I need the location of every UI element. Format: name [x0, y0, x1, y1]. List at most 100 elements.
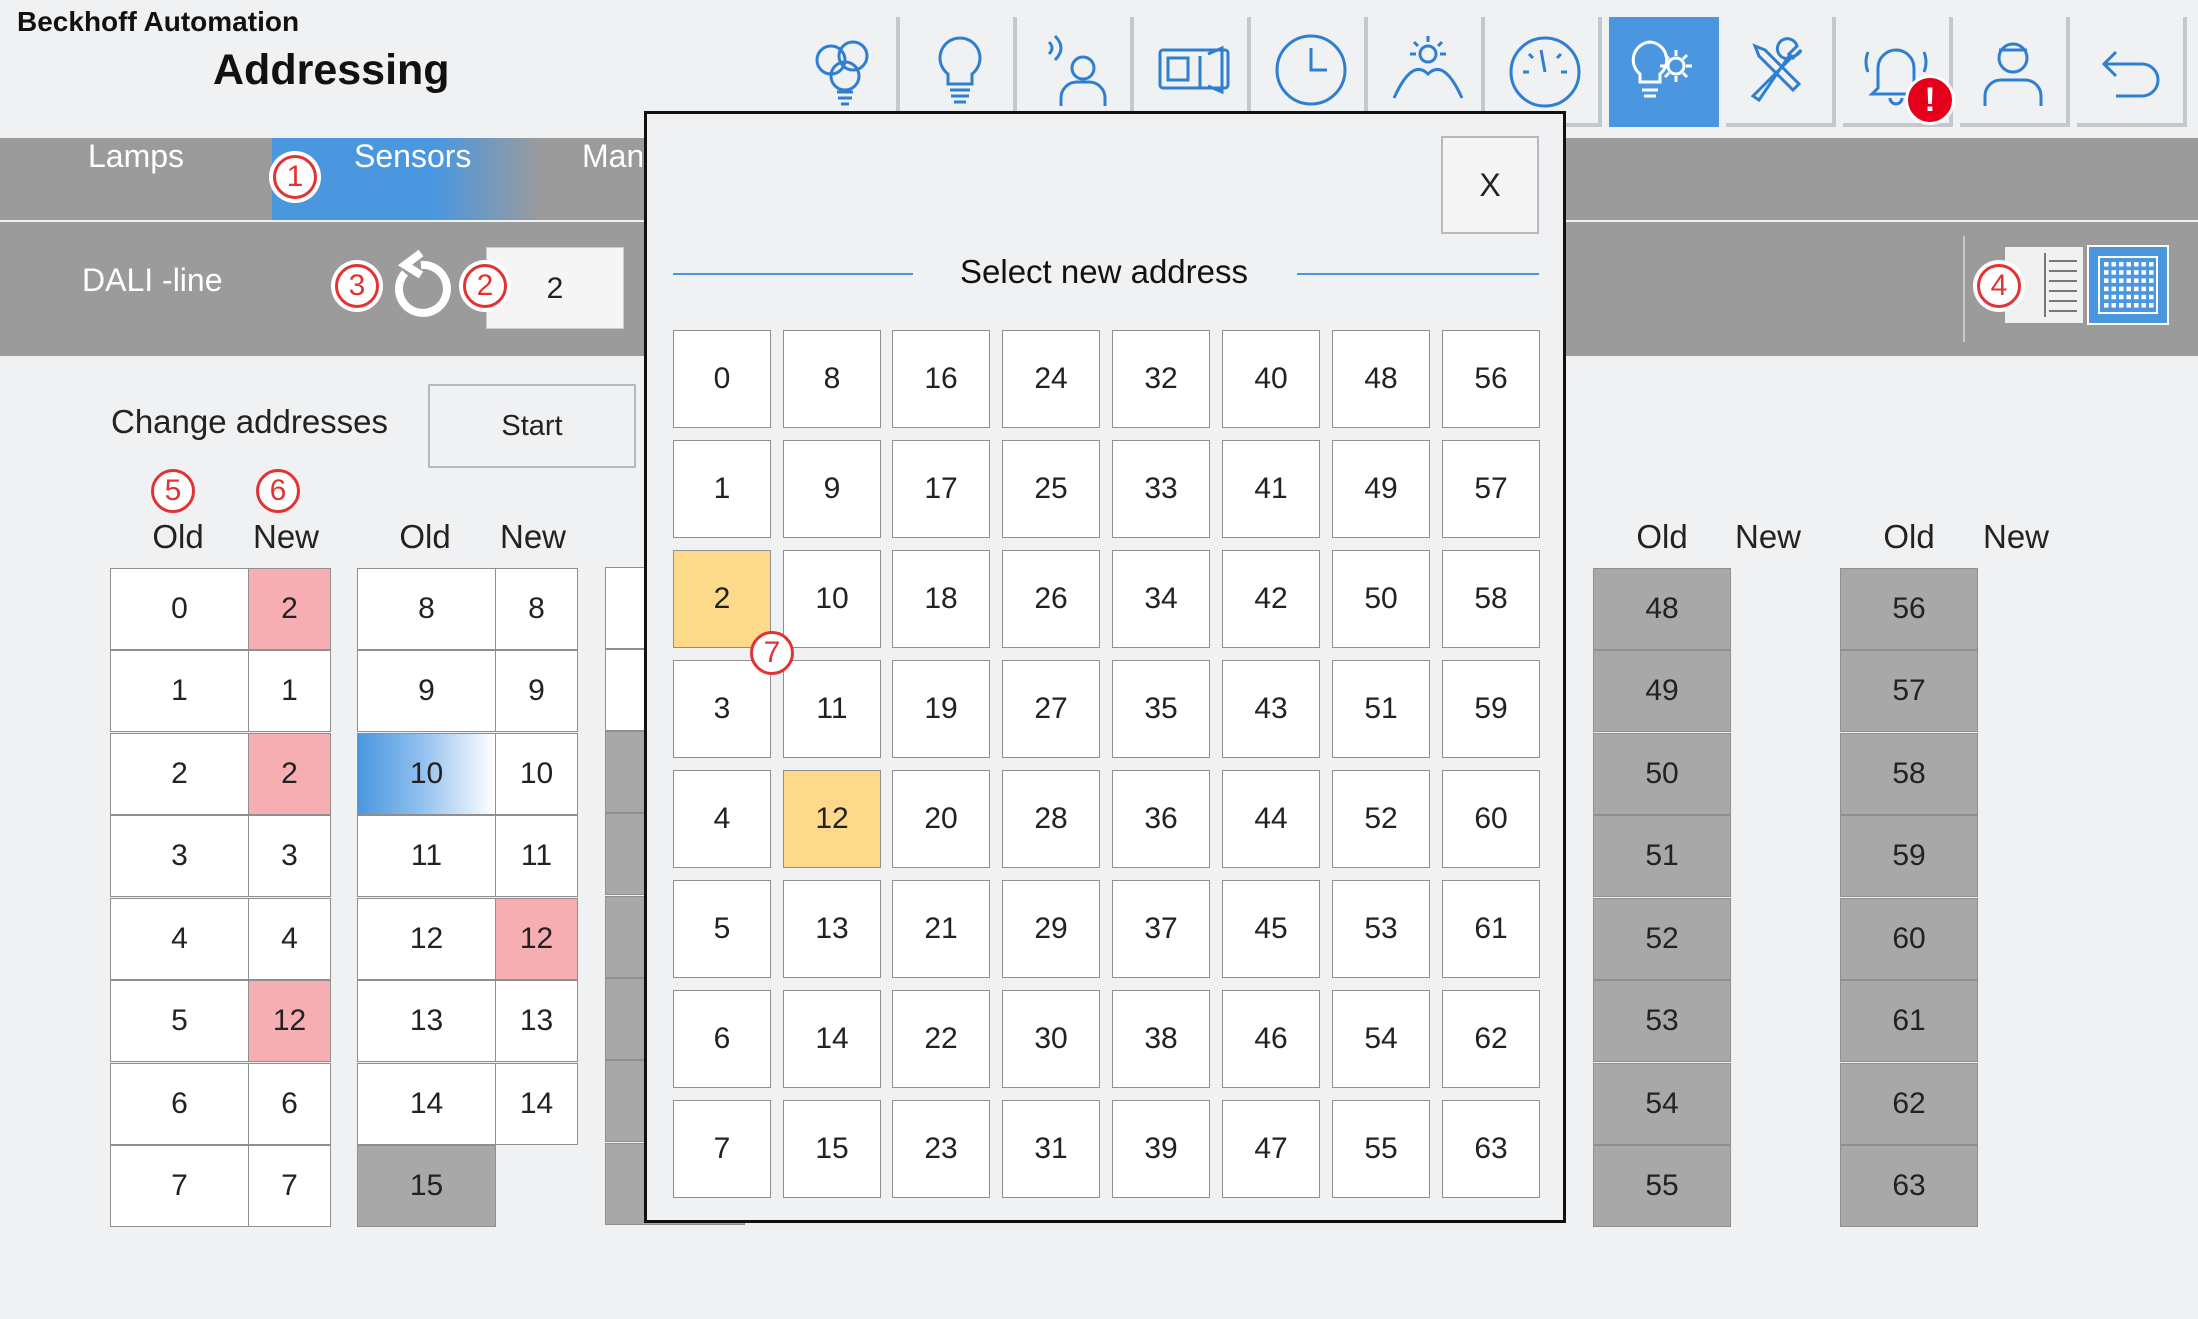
old-address-cell[interactable]: 13 [357, 980, 496, 1062]
address-option[interactable]: 14 [783, 990, 881, 1088]
address-option[interactable]: 37 [1112, 880, 1210, 978]
address-option[interactable]: 15 [783, 1100, 881, 1198]
address-option[interactable]: 0 [673, 330, 771, 428]
address-option[interactable]: 4 [673, 770, 771, 868]
new-address-cell: 12 [248, 980, 331, 1062]
address-option[interactable]: 29 [1002, 880, 1100, 978]
address-option[interactable]: 17 [892, 440, 990, 538]
address-option[interactable]: 19 [892, 660, 990, 758]
address-option[interactable]: 46 [1222, 990, 1320, 1088]
settings-button[interactable] [1609, 17, 1719, 127]
tab-lamps[interactable]: Lamps [88, 138, 248, 220]
col7-new-header: New [1734, 518, 1802, 555]
old-address-cell[interactable]: 4 [110, 898, 249, 980]
new-address-cell: 1 [248, 650, 331, 732]
old-address-cell[interactable]: 1 [110, 650, 249, 732]
old-address-cell[interactable]: 7 [110, 1145, 249, 1227]
gauge-icon [1509, 36, 1581, 108]
address-option[interactable]: 11 [783, 660, 881, 758]
address-option[interactable]: 41 [1222, 440, 1320, 538]
divider [1963, 236, 1965, 342]
old-address-cell[interactable]: 5 [110, 980, 249, 1062]
address-option[interactable]: 53 [1332, 880, 1430, 978]
address-option[interactable]: 9 [783, 440, 881, 538]
address-option[interactable]: 49 [1332, 440, 1430, 538]
address-option[interactable]: 25 [1002, 440, 1100, 538]
old-address-cell[interactable]: 14 [357, 1063, 496, 1145]
address-option[interactable]: 13 [783, 880, 881, 978]
address-option[interactable]: 39 [1112, 1100, 1210, 1198]
address-option[interactable]: 47 [1222, 1100, 1320, 1198]
address-option[interactable]: 22 [892, 990, 990, 1088]
address-option[interactable]: 56 [1442, 330, 1540, 428]
address-option[interactable]: 62 [1442, 990, 1540, 1088]
tools-icon [1750, 37, 1803, 103]
address-option[interactable]: 31 [1002, 1100, 1100, 1198]
address-option[interactable]: 43 [1222, 660, 1320, 758]
old-address-cell: 48 [1593, 568, 1731, 650]
address-option[interactable]: 54 [1332, 990, 1430, 1088]
address-option[interactable]: 48 [1332, 330, 1430, 428]
address-option[interactable]: 10 [783, 550, 881, 648]
old-address-cell[interactable]: 11 [357, 815, 496, 897]
address-option[interactable]: 18 [892, 550, 990, 648]
address-option[interactable]: 20 [892, 770, 990, 868]
address-option[interactable]: 33 [1112, 440, 1210, 538]
old-address-cell[interactable]: 3 [110, 815, 249, 897]
address-option[interactable]: 44 [1222, 770, 1320, 868]
address-option[interactable]: 35 [1112, 660, 1210, 758]
back-button[interactable] [2077, 17, 2187, 127]
address-option[interactable]: 50 [1332, 550, 1430, 648]
address-option[interactable]: 1 [673, 440, 771, 538]
address-option[interactable]: 5 [673, 880, 771, 978]
tab-manual[interactable]: Man [582, 138, 642, 220]
address-option[interactable]: 30 [1002, 990, 1100, 1088]
address-option[interactable]: 6 [673, 990, 771, 1088]
old-address-cell[interactable]: 15 [357, 1145, 496, 1227]
address-option[interactable]: 16 [892, 330, 990, 428]
address-option[interactable]: 2 [673, 550, 771, 648]
address-option[interactable]: 61 [1442, 880, 1540, 978]
start-button[interactable]: Start [428, 384, 636, 468]
address-option[interactable]: 36 [1112, 770, 1210, 868]
address-option[interactable]: 45 [1222, 880, 1320, 978]
address-option[interactable]: 28 [1002, 770, 1100, 868]
address-option[interactable]: 34 [1112, 550, 1210, 648]
address-option[interactable]: 21 [892, 880, 990, 978]
address-option[interactable]: 27 [1002, 660, 1100, 758]
old-address-cell[interactable]: 9 [357, 650, 496, 732]
address-option[interactable]: 40 [1222, 330, 1320, 428]
reload-icon[interactable] [385, 247, 455, 323]
old-address-cell[interactable]: 12 [357, 898, 496, 980]
address-option[interactable]: 63 [1442, 1100, 1540, 1198]
address-option[interactable]: 60 [1442, 770, 1540, 868]
old-address-cell: 55 [1593, 1145, 1731, 1227]
address-option[interactable]: 23 [892, 1100, 990, 1198]
address-option[interactable]: 32 [1112, 330, 1210, 428]
old-address-cell[interactable]: 6 [110, 1063, 249, 1145]
address-option[interactable]: 57 [1442, 440, 1540, 538]
address-option[interactable]: 51 [1332, 660, 1430, 758]
address-option[interactable]: 7 [673, 1100, 771, 1198]
close-button[interactable]: X [1441, 136, 1539, 234]
address-option[interactable]: 55 [1332, 1100, 1430, 1198]
address-option[interactable]: 8 [783, 330, 881, 428]
projector-icon [1158, 45, 1230, 95]
grid-view-button[interactable] [2087, 245, 2169, 325]
address-option[interactable]: 42 [1222, 550, 1320, 648]
address-option[interactable]: 3 [673, 660, 771, 758]
address-option[interactable]: 38 [1112, 990, 1210, 1088]
address-option[interactable]: 24 [1002, 330, 1100, 428]
address-option[interactable]: 58 [1442, 550, 1540, 648]
old-address-cell[interactable]: 2 [110, 733, 249, 815]
address-option[interactable]: 12 [783, 770, 881, 868]
old-address-cell[interactable]: 0 [110, 568, 249, 650]
user-button[interactable] [1960, 17, 2070, 127]
old-address-cell[interactable]: 8 [357, 568, 496, 650]
address-option[interactable]: 52 [1332, 770, 1430, 868]
address-option[interactable]: 59 [1442, 660, 1540, 758]
tools-button[interactable] [1726, 17, 1836, 127]
address-option[interactable]: 26 [1002, 550, 1100, 648]
old-address-cell[interactable]: 10 [357, 733, 496, 815]
new-address-cell: 11 [495, 815, 578, 897]
